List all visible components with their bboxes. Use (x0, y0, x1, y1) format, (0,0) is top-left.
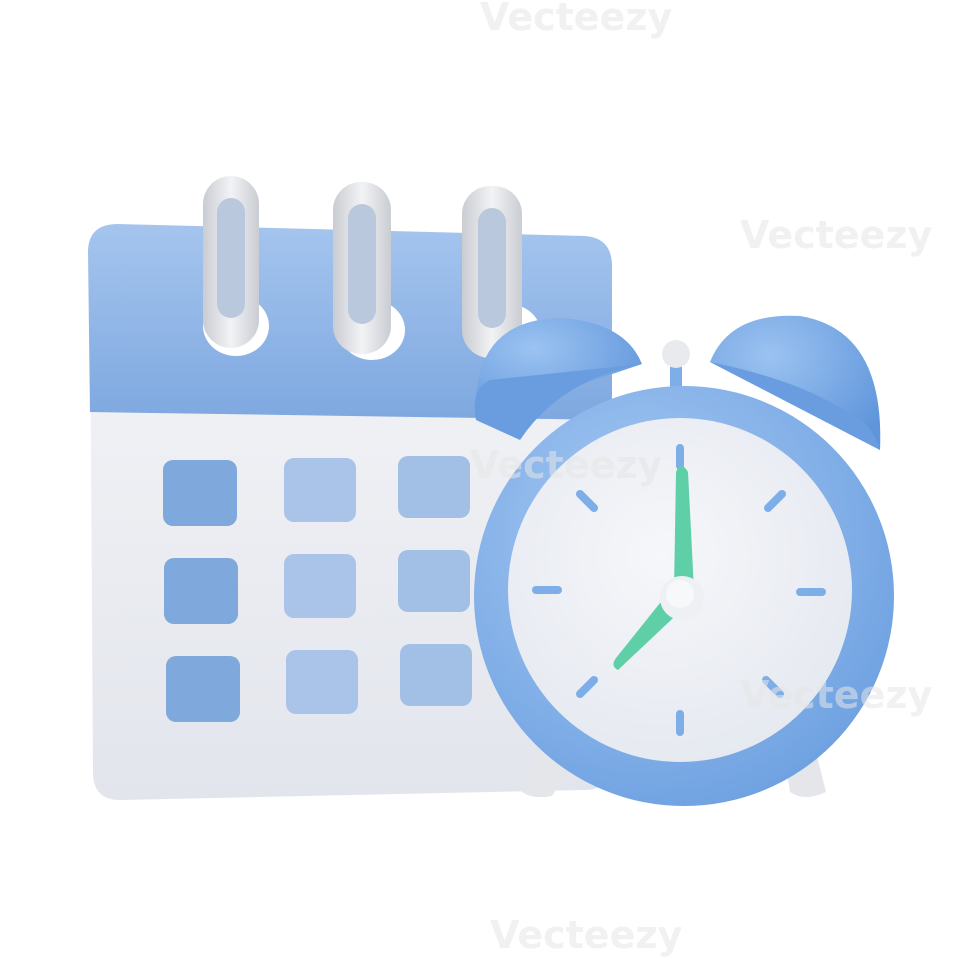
watermark-text: Vecteezy (480, 0, 672, 39)
binder-ring (478, 208, 506, 328)
watermark-text: Vecteezy (490, 913, 682, 957)
binder-ring (217, 198, 245, 318)
day-tile (164, 558, 238, 624)
illustration: Vecteezy Vecteezy Vecteezy Vecteezy Vect… (88, 0, 932, 957)
day-tile (398, 456, 470, 518)
alarm-clock-icon (474, 315, 894, 806)
clock-hub (666, 580, 694, 608)
watermark-text: Vecteezy (740, 213, 932, 257)
watermark-text: Vecteezy (740, 673, 932, 717)
binder-ring (348, 204, 376, 324)
calendar-grid (163, 456, 472, 722)
day-tile (284, 554, 356, 618)
icon-stage: Vecteezy Vecteezy Vecteezy Vecteezy Vect… (0, 0, 980, 980)
clock-knob (662, 340, 690, 368)
day-tile (166, 656, 240, 722)
day-tile (284, 458, 356, 522)
day-tile (286, 650, 358, 714)
day-tile (400, 644, 472, 706)
day-tile (398, 550, 470, 612)
watermark-text: Vecteezy (470, 443, 662, 487)
day-tile (163, 460, 237, 526)
